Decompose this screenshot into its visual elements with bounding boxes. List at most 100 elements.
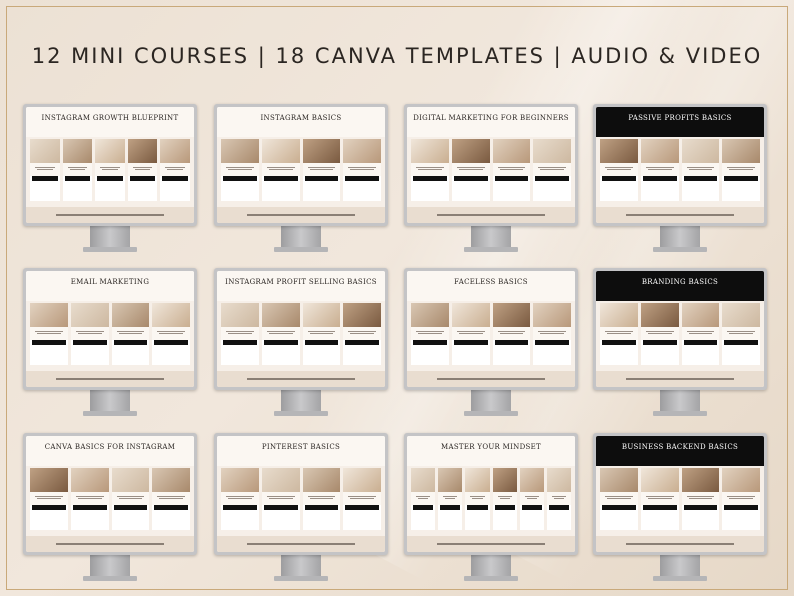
lesson-button-bar — [263, 505, 298, 510]
lesson-label-lines — [111, 492, 150, 505]
lesson-thumbnail — [411, 303, 449, 327]
lesson-label-lines — [411, 492, 436, 505]
lesson-card — [451, 139, 490, 201]
lesson-card — [62, 139, 93, 201]
lesson-label-lines — [640, 492, 679, 505]
lesson-thumbnail — [221, 139, 259, 163]
lesson-label-lines — [451, 163, 490, 176]
lesson-button-bar — [263, 340, 298, 345]
lesson-label-lines — [302, 327, 341, 340]
monitor-screen: CANVA BASICS FOR INSTAGRAM — [26, 436, 194, 552]
lesson-cards — [30, 139, 190, 201]
lesson-card — [70, 303, 109, 365]
lesson-thumbnail — [600, 139, 638, 163]
lesson-card — [600, 468, 638, 530]
lesson-card — [343, 468, 381, 530]
course-footer — [26, 536, 194, 552]
lesson-label-lines — [722, 163, 760, 176]
course-subtitle-line — [26, 288, 194, 292]
course-header: DIGITAL MARKETING FOR BEGINNERS — [407, 107, 575, 137]
lesson-label-lines — [62, 163, 93, 176]
lesson-card — [343, 139, 381, 201]
course-subtitle-line — [596, 124, 764, 128]
lesson-label-lines — [722, 327, 760, 340]
lesson-button-bar — [724, 340, 758, 345]
lesson-thumbnail — [343, 139, 381, 163]
lesson-label-lines — [221, 327, 259, 340]
lesson-button-bar — [113, 340, 148, 345]
lesson-cards — [30, 468, 190, 530]
lesson-button-bar — [467, 505, 488, 510]
lesson-button-bar — [440, 505, 461, 510]
lesson-cards — [221, 139, 381, 201]
lesson-label-lines — [546, 492, 572, 505]
lesson-cards — [221, 468, 381, 530]
monitor-bezel: PASSIVE PROFITS BASICS — [593, 104, 767, 226]
lesson-thumbnail — [111, 468, 150, 492]
lesson-card — [261, 468, 300, 530]
monitor-mockup: BUSINESS BACKEND BASICS — [593, 433, 767, 581]
monitor-stand-foot — [653, 247, 707, 252]
course-title: INSTAGRAM PROFIT SELLING BASICS — [225, 278, 377, 286]
lesson-card — [492, 468, 517, 530]
lesson-thumbnail — [261, 139, 300, 163]
monitor-stand-neck — [90, 555, 130, 577]
lesson-thumbnail — [302, 139, 341, 163]
footer-text-line — [437, 378, 545, 380]
lesson-card — [261, 139, 300, 201]
footer-text-line — [247, 214, 355, 216]
lesson-button-bar — [453, 340, 488, 345]
lesson-card — [302, 468, 341, 530]
lesson-thumbnail — [492, 303, 531, 327]
lesson-label-lines — [600, 492, 638, 505]
monitor-mockup: INSTAGRAM PROFIT SELLING BASICS — [214, 268, 388, 416]
monitor-bezel: INSTAGRAM GROWTH BLUEPRINT — [23, 104, 197, 226]
lesson-label-lines — [343, 163, 381, 176]
lesson-label-lines — [519, 492, 544, 505]
monitor-screen: BRANDING BASICS — [596, 271, 764, 387]
lesson-button-bar — [223, 505, 257, 510]
lesson-card — [70, 468, 109, 530]
lesson-thumbnail — [681, 303, 720, 327]
lesson-thumbnail — [261, 468, 300, 492]
lesson-label-lines — [302, 163, 341, 176]
lesson-card — [221, 139, 259, 201]
lesson-thumbnail — [492, 139, 531, 163]
lesson-button-bar — [32, 176, 58, 181]
monitor-screen: INSTAGRAM PROFIT SELLING BASICS — [217, 271, 385, 387]
course-subtitle-line — [407, 288, 575, 292]
lesson-button-bar — [494, 176, 529, 181]
course-title: MASTER YOUR MINDSET — [441, 443, 541, 451]
monitor-mockup: BRANDING BASICS — [593, 268, 767, 416]
lesson-thumbnail — [640, 303, 679, 327]
monitor-mockup: DIGITAL MARKETING FOR BEGINNERS — [404, 104, 578, 252]
course-title: BUSINESS BACKEND BASICS — [621, 443, 739, 451]
course-subtitle-line — [407, 453, 575, 457]
monitor-bezel: FACELESS BASICS — [404, 268, 578, 390]
lesson-label-lines — [411, 327, 449, 340]
lesson-button-bar — [64, 176, 91, 181]
lesson-label-lines — [160, 163, 190, 176]
footer-text-line — [247, 543, 355, 545]
lesson-label-lines — [438, 492, 463, 505]
lesson-label-lines — [127, 163, 158, 176]
monitor-stand-neck — [281, 390, 321, 412]
lesson-label-lines — [111, 327, 150, 340]
lesson-label-lines — [95, 163, 125, 176]
lesson-label-lines — [465, 492, 490, 505]
monitor-stand-neck — [660, 226, 700, 248]
monitor-stand-neck — [90, 226, 130, 248]
lesson-thumbnail — [343, 303, 381, 327]
course-header: INSTAGRAM PROFIT SELLING BASICS — [217, 271, 385, 301]
lesson-thumbnail — [30, 468, 68, 492]
lesson-label-lines — [30, 327, 68, 340]
lesson-label-lines — [640, 163, 679, 176]
footer-text-line — [626, 214, 734, 216]
lesson-card — [492, 139, 531, 201]
lesson-button-bar — [72, 505, 107, 510]
monitor-screen: DIGITAL MARKETING FOR BEGINNERS — [407, 107, 575, 223]
course-header: INSTAGRAM BASICS — [217, 107, 385, 137]
lesson-label-lines — [261, 163, 300, 176]
course-footer — [407, 371, 575, 387]
monitor-mockup: CANVA BASICS FOR INSTAGRAM — [23, 433, 197, 581]
